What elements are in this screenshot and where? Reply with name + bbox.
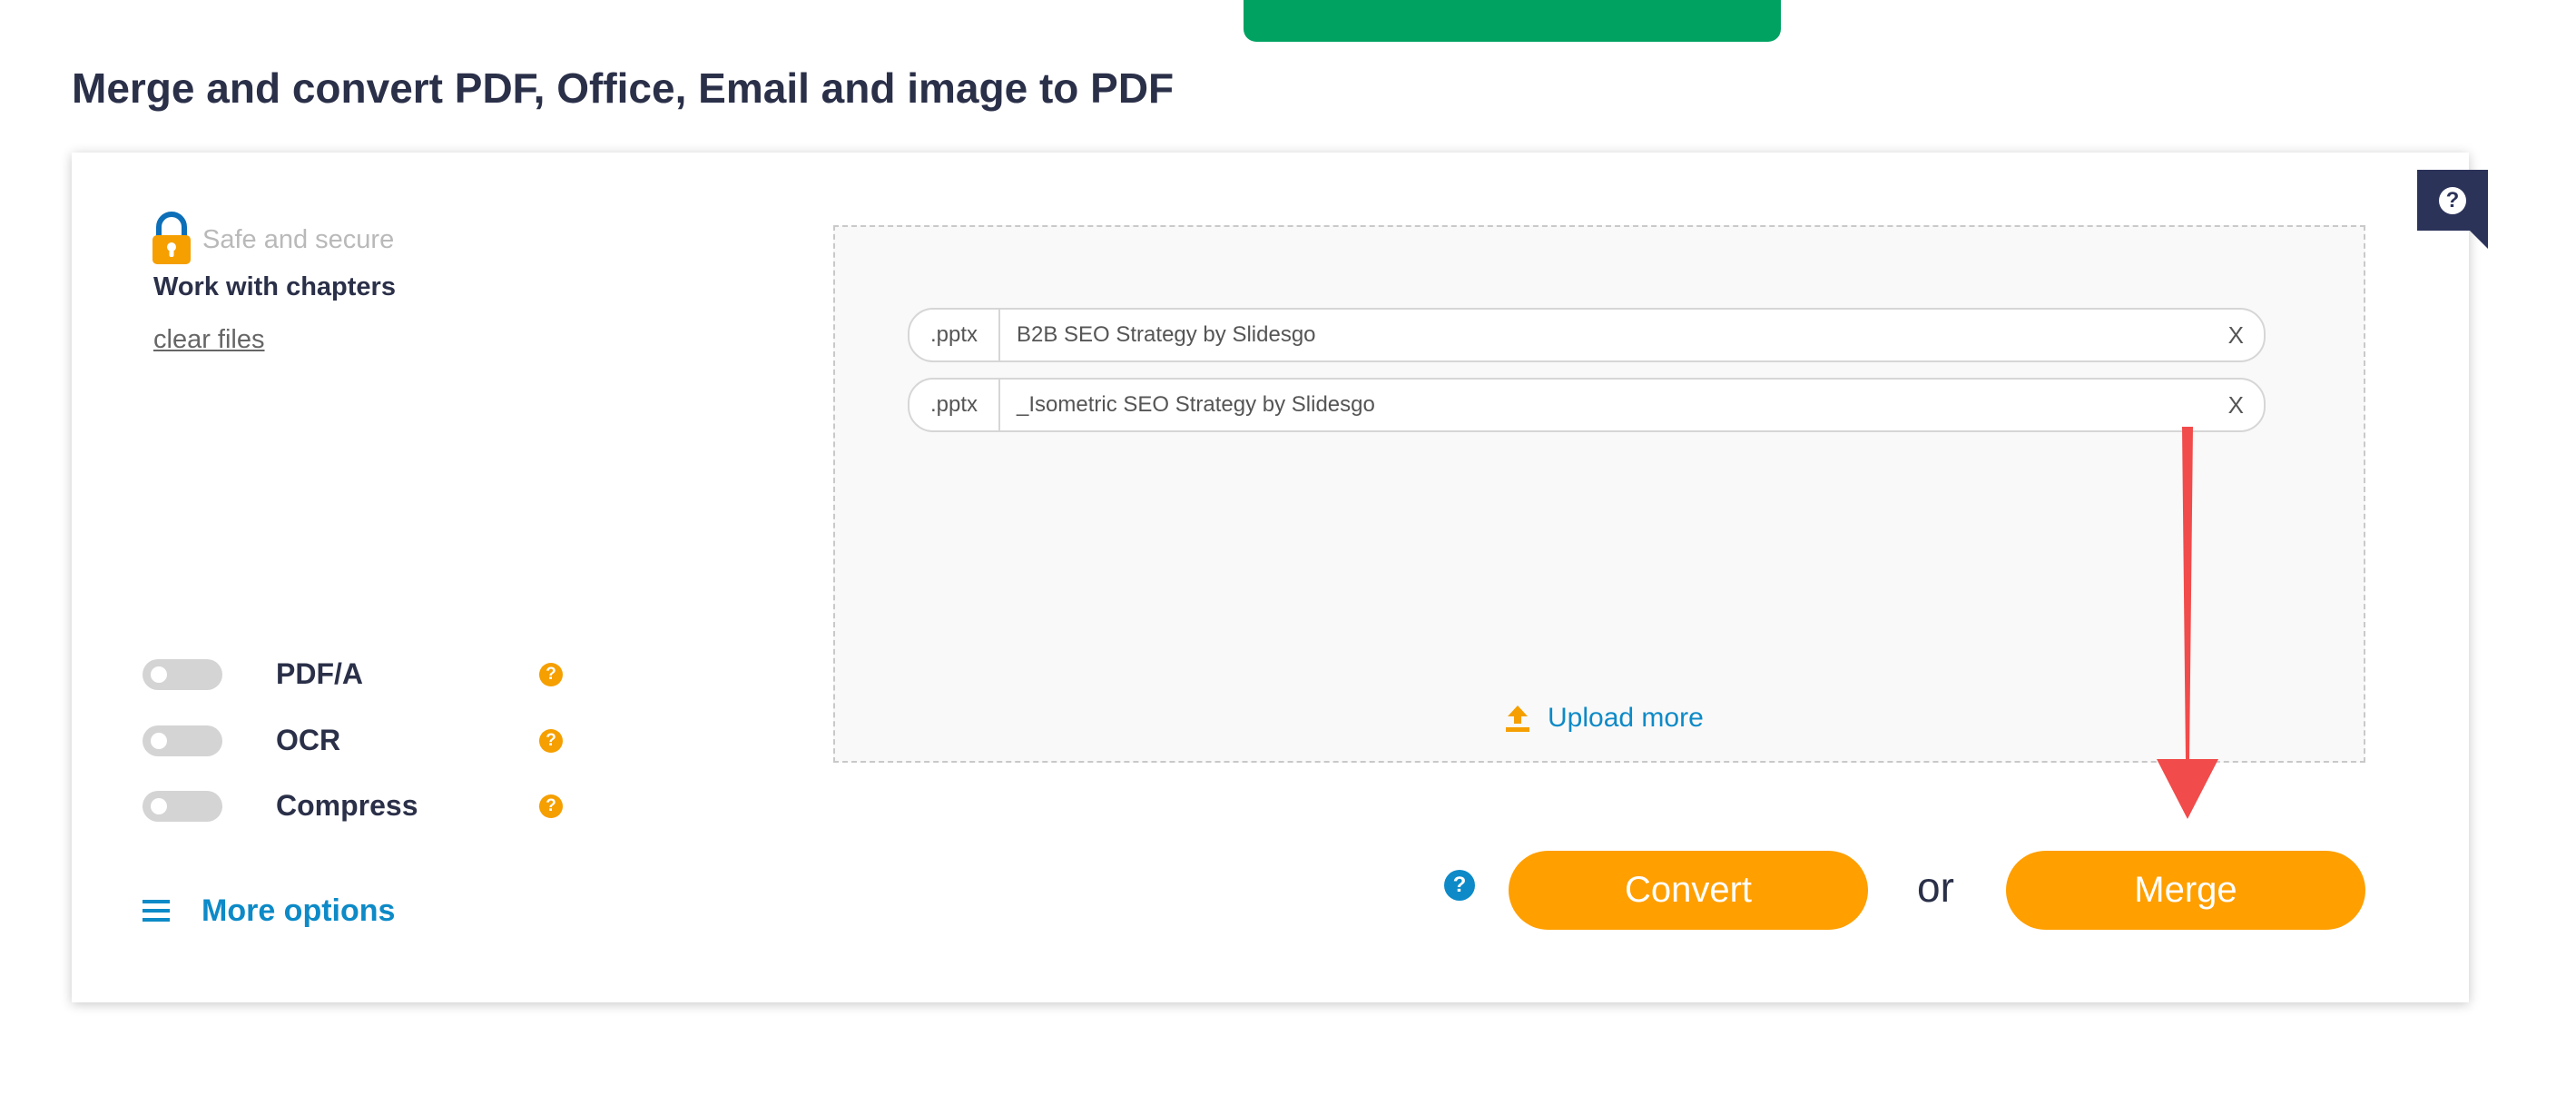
question-circle-icon[interactable]: ?	[539, 663, 563, 686]
ocr-toggle[interactable]	[143, 725, 222, 756]
compress-label: Compress	[276, 789, 418, 822]
question-circle-icon: ?	[2439, 186, 2466, 214]
option-compress: Compress ?	[143, 787, 569, 824]
safe-secure-text: Safe and secure	[202, 225, 395, 254]
remove-file-button[interactable]: X	[2228, 380, 2244, 430]
upload-more-label: Upload more	[1548, 703, 1704, 733]
pdfa-toggle[interactable]	[143, 659, 222, 690]
lock-icon	[152, 212, 191, 264]
or-separator: or	[1917, 863, 1954, 911]
hamburger-menu-icon	[143, 900, 170, 922]
page-title: Merge and convert PDF, Office, Email and…	[72, 64, 1175, 112]
help-tab[interactable]: ?	[2417, 170, 2488, 231]
more-options-label: More options	[202, 893, 396, 928]
file-name: B2B SEO Strategy by Slidesgo	[1017, 322, 1316, 347]
file-row: .pptx B2B SEO Strategy by Slidesgo X	[908, 308, 2266, 362]
question-circle-icon[interactable]: ?	[539, 794, 563, 818]
file-extension: .pptx	[909, 380, 1000, 430]
compress-toggle[interactable]	[143, 791, 222, 822]
arrow-down-annotation	[2157, 427, 2218, 819]
pdfa-label: PDF/A	[276, 657, 363, 690]
file-name: _Isometric SEO Strategy by Slidesgo	[1017, 392, 1375, 417]
remove-file-button[interactable]: X	[2228, 310, 2244, 360]
merge-button[interactable]: Merge	[2006, 851, 2365, 930]
toggle-knob	[151, 733, 167, 749]
file-row: .pptx _Isometric SEO Strategy by Slidesg…	[908, 378, 2266, 432]
convert-button[interactable]: Convert	[1509, 851, 1868, 930]
upload-more-button[interactable]: Upload more	[1504, 703, 1704, 734]
option-pdfa: PDF/A ?	[143, 656, 569, 692]
work-with-chapters-text: Work with chapters	[153, 272, 396, 301]
top-green-bar	[1244, 0, 1781, 42]
toggle-knob	[151, 666, 167, 683]
question-circle-icon[interactable]: ?	[539, 729, 563, 753]
help-tab-corner	[2470, 231, 2488, 249]
option-ocr: OCR ?	[143, 722, 569, 758]
file-drop-zone[interactable]	[833, 225, 2365, 763]
toggle-knob	[151, 798, 167, 814]
more-options-button[interactable]: More options	[143, 888, 395, 933]
upload-icon	[1506, 706, 1529, 732]
ocr-label: OCR	[276, 724, 341, 756]
file-extension: .pptx	[909, 310, 1000, 360]
question-circle-icon[interactable]: ?	[1444, 870, 1475, 901]
clear-files-link[interactable]: clear files	[153, 325, 265, 355]
